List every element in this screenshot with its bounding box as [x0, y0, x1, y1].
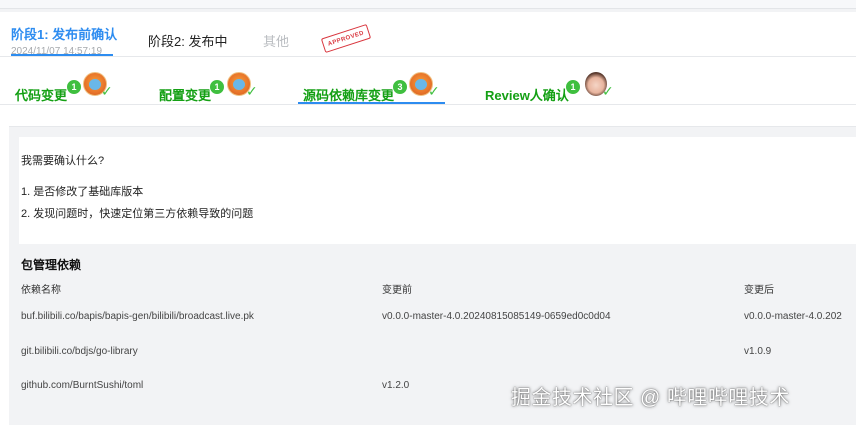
- subtab-label: 代码变更: [15, 88, 68, 103]
- table-cell-after: v0.0.0-master-4.0.202: [744, 311, 842, 322]
- subtab-code-change[interactable]: 代码变更: [15, 85, 67, 104]
- col-header-before: 变更前: [382, 285, 412, 296]
- table-cell-after: v1.0.9: [744, 346, 772, 357]
- count-badge: 1: [565, 79, 581, 95]
- subtab-config-change[interactable]: 配置变更: [159, 85, 211, 104]
- subtab-label: 源码依赖库变更: [303, 88, 395, 103]
- table-cell-before: v1.2.0: [382, 380, 410, 391]
- stage-divider: [0, 56, 856, 57]
- count-badge: 3: [392, 79, 408, 95]
- top-band-inner: [0, 0, 856, 9]
- check-icon: ✓: [428, 83, 440, 99]
- intro-line-2: 2. 发现问题时，快速定位第三方依赖导致的问题: [21, 208, 254, 220]
- count-badge: 1: [209, 79, 225, 95]
- intro-card: [19, 137, 856, 244]
- table-cell-name: git.bilibili.co/bdjs/go-library: [21, 346, 138, 357]
- check-icon: ✓: [101, 83, 113, 99]
- table-cell-name: github.com/BurntSushi/toml: [21, 380, 144, 391]
- subtab-reviewer-confirm[interactable]: Review人确认: [485, 85, 569, 104]
- tab-stage-2[interactable]: 阶段2: 发布中: [148, 31, 227, 50]
- col-header-after: 变更后: [744, 285, 774, 296]
- table-cell-name: buf.bilibili.co/bapis/bapis-gen/bilibili…: [21, 311, 254, 322]
- subtab-label: Review人确认: [485, 88, 569, 103]
- check-icon: ✓: [602, 83, 614, 99]
- intro-title: 我需要确认什么?: [21, 155, 105, 167]
- count-badge: 1: [66, 79, 82, 95]
- col-header-name: 依赖名称: [21, 285, 61, 296]
- intro-line-1: 1. 是否修改了基础库版本: [21, 186, 144, 198]
- check-icon: ✓: [246, 83, 258, 99]
- tab-stage-1[interactable]: 阶段1: 发布前确认 2024/11/07 14:57:19: [11, 24, 117, 57]
- stage-1-label: 阶段1: 发布前确认: [11, 27, 118, 42]
- subtab-label: 配置变更: [159, 88, 212, 103]
- table-cell-before: v0.0.0-master-4.0.20240815085149-0659ed0…: [382, 311, 611, 322]
- watermark: 掘金技术社区 @ 哔哩哔哩技术: [511, 387, 790, 409]
- section-title: 包管理依赖: [21, 258, 82, 272]
- approved-stamp: APPROVED: [320, 23, 372, 54]
- tab-other[interactable]: 其他: [263, 31, 289, 50]
- subtab-divider: [0, 104, 856, 105]
